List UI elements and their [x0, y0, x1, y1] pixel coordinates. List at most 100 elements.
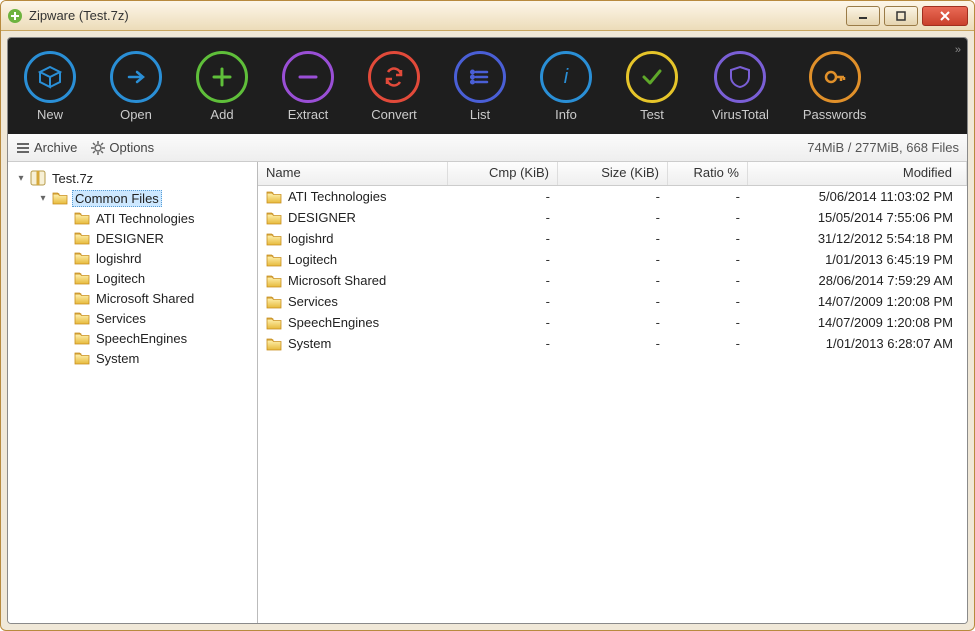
cell-modified: 5/06/2014 11:03:02 PM [748, 189, 967, 204]
hamburger-icon [16, 142, 30, 154]
column-header-cmp[interactable]: Cmp (KiB) [448, 162, 558, 185]
tree-item[interactable]: Microsoft Shared [56, 288, 253, 308]
tree-item-label: Microsoft Shared [94, 291, 196, 306]
cell-cmp: - [448, 273, 558, 288]
tree-item[interactable]: logishrd [56, 248, 253, 268]
tree-item-label: Common Files [72, 190, 162, 207]
list-button[interactable]: List [454, 51, 506, 122]
folder-icon [52, 191, 68, 205]
tree-root[interactable]: ▾ Test.7z [12, 168, 253, 188]
new-button[interactable]: New [24, 51, 76, 122]
info-icon: i [553, 64, 579, 90]
shield-icon [727, 64, 753, 90]
cell-name: ATI Technologies [288, 189, 387, 204]
cell-modified: 31/12/2012 5:54:18 PM [748, 231, 967, 246]
tree-item-label: SpeechEngines [94, 331, 189, 346]
column-header-modified[interactable]: Modified [748, 162, 967, 185]
collapse-icon[interactable]: ▾ [16, 173, 26, 184]
overflow-icon[interactable]: » [955, 44, 961, 56]
tree-item-label: ATI Technologies [94, 211, 197, 226]
toolbar-label: Info [555, 107, 577, 122]
column-header-name[interactable]: Name [258, 162, 448, 185]
info-button[interactable]: i Info [540, 51, 592, 122]
tree-item-label: DESIGNER [94, 231, 166, 246]
plus-icon [209, 64, 235, 90]
archive-menu-label: Archive [34, 140, 77, 155]
table-row[interactable]: DESIGNER---15/05/2014 7:55:06 PM [258, 207, 967, 228]
folder-icon [74, 351, 90, 365]
list-pane[interactable]: Name Cmp (KiB) Size (KiB) Ratio % Modifi… [258, 162, 967, 623]
tree-item-label: System [94, 351, 141, 366]
column-header-size[interactable]: Size (KiB) [558, 162, 668, 185]
open-button[interactable]: Open [110, 51, 162, 122]
cell-ratio: - [668, 231, 748, 246]
client-area: New Open Add Extract Convert List [7, 37, 968, 624]
collapse-icon[interactable]: ▾ [38, 193, 48, 204]
virustotal-button[interactable]: VirusTotal [712, 51, 769, 122]
folder-icon [266, 253, 282, 267]
convert-button[interactable]: Convert [368, 51, 420, 122]
cell-name: System [288, 336, 331, 351]
tree-item[interactable]: SpeechEngines [56, 328, 253, 348]
add-button[interactable]: Add [196, 51, 248, 122]
cell-ratio: - [668, 294, 748, 309]
cell-name: logishrd [288, 231, 334, 246]
cell-size: - [558, 315, 668, 330]
folder-icon [74, 211, 90, 225]
cell-modified: 1/01/2013 6:45:19 PM [748, 252, 967, 267]
cell-ratio: - [668, 252, 748, 267]
cube-icon [37, 64, 63, 90]
cell-size: - [558, 294, 668, 309]
tree-item[interactable]: DESIGNER [56, 228, 253, 248]
cell-ratio: - [668, 315, 748, 330]
cell-name: Microsoft Shared [288, 273, 386, 288]
tree-item[interactable]: ATI Technologies [56, 208, 253, 228]
cell-size: - [558, 210, 668, 225]
folder-icon [266, 211, 282, 225]
check-icon [639, 64, 665, 90]
close-button[interactable] [922, 6, 968, 26]
column-header-ratio[interactable]: Ratio % [668, 162, 748, 185]
table-row[interactable]: Logitech---1/01/2013 6:45:19 PM [258, 249, 967, 270]
tree-item[interactable]: Logitech [56, 268, 253, 288]
table-row[interactable]: System---1/01/2013 6:28:07 AM [258, 333, 967, 354]
cell-name: Services [288, 294, 338, 309]
test-button[interactable]: Test [626, 51, 678, 122]
cell-ratio: - [668, 273, 748, 288]
passwords-button[interactable]: Passwords [803, 51, 867, 122]
tree-item[interactable]: Services [56, 308, 253, 328]
cell-cmp: - [448, 252, 558, 267]
cell-size: - [558, 273, 668, 288]
tree-item-common-files[interactable]: ▾ Common Files [34, 188, 253, 208]
title-bar: Zipware (Test.7z) [1, 1, 974, 31]
extract-button[interactable]: Extract [282, 51, 334, 122]
folder-icon [74, 311, 90, 325]
gear-icon [91, 141, 105, 155]
tree-item-label: Services [94, 311, 148, 326]
cell-size: - [558, 336, 668, 351]
cell-modified: 14/07/2009 1:20:08 PM [748, 294, 967, 309]
archive-icon [30, 170, 46, 186]
cell-name: DESIGNER [288, 210, 356, 225]
tree-item[interactable]: System [56, 348, 253, 368]
table-row[interactable]: Microsoft Shared---28/06/2014 7:59:29 AM [258, 270, 967, 291]
table-row[interactable]: Services---14/07/2009 1:20:08 PM [258, 291, 967, 312]
cell-size: - [558, 231, 668, 246]
minimize-button[interactable] [846, 6, 880, 26]
app-icon [7, 8, 23, 24]
app-window: Zipware (Test.7z) New Open Add Ext [0, 0, 975, 631]
table-row[interactable]: ATI Technologies---5/06/2014 11:03:02 PM [258, 186, 967, 207]
table-row[interactable]: SpeechEngines---14/07/2009 1:20:08 PM [258, 312, 967, 333]
list-header: Name Cmp (KiB) Size (KiB) Ratio % Modifi… [258, 162, 967, 186]
options-menu[interactable]: Options [91, 140, 154, 155]
cell-name: Logitech [288, 252, 337, 267]
table-row[interactable]: logishrd---31/12/2012 5:54:18 PM [258, 228, 967, 249]
cell-modified: 28/06/2014 7:59:29 AM [748, 273, 967, 288]
cell-cmp: - [448, 231, 558, 246]
tree-pane[interactable]: ▾ Test.7z ▾ Common Files ATI Technologie… [8, 162, 258, 623]
maximize-button[interactable] [884, 6, 918, 26]
cell-cmp: - [448, 294, 558, 309]
archive-menu[interactable]: Archive [16, 140, 77, 155]
cell-name: SpeechEngines [288, 315, 379, 330]
tree-root-label: Test.7z [50, 171, 95, 186]
